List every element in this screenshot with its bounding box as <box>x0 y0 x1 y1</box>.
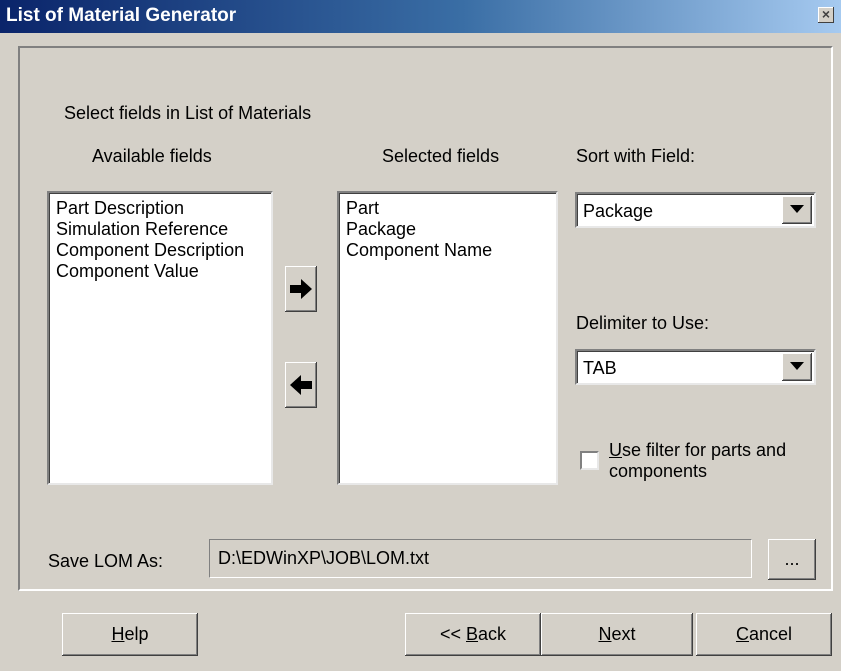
save-path-field[interactable]: D:\EDWinXP\JOB\LOM.txt <box>209 539 752 578</box>
available-fields-heading: Available fields <box>92 146 212 166</box>
title-bar: List of Material Generator × <box>0 0 841 33</box>
close-icon[interactable]: × <box>818 7 834 23</box>
selected-fields-list[interactable]: Part Package Component Name <box>337 191 558 485</box>
dropdown-arrow-icon <box>790 362 804 370</box>
sort-field-dropdown[interactable]: Package <box>575 192 816 228</box>
use-filter-label[interactable]: Use filter for parts and components <box>609 440 786 482</box>
use-filter-checkbox[interactable] <box>580 451 599 470</box>
sort-field-dropdown-button[interactable] <box>782 196 812 224</box>
dropdown-arrow-icon <box>790 205 804 213</box>
list-item[interactable]: Component Name <box>346 240 556 261</box>
right-arrow-icon <box>290 279 312 299</box>
add-field-button[interactable] <box>285 266 317 312</box>
list-item[interactable]: Part <box>346 198 556 219</box>
selected-fields-heading: Selected fields <box>382 146 500 166</box>
list-item[interactable]: Component Value <box>56 261 271 282</box>
delimiter-dropdown[interactable]: TAB <box>575 349 816 385</box>
window-title: List of Material Generator <box>6 5 237 26</box>
list-item[interactable]: Part Description <box>56 198 271 219</box>
list-item[interactable]: Package <box>346 219 556 240</box>
sort-field-value: Package <box>583 201 654 221</box>
cancel-button[interactable]: Cancel <box>696 613 832 656</box>
available-fields-list[interactable]: Part Description Simulation Reference Comp… <box>47 191 273 485</box>
browse-button[interactable]: ... <box>768 539 816 580</box>
next-button[interactable]: Next <box>541 613 693 656</box>
list-item[interactable]: Component Description <box>56 240 271 261</box>
list-item[interactable]: Simulation Reference <box>56 219 271 240</box>
left-arrow-icon <box>290 375 312 395</box>
select-fields-label: Select fields in List of Materials <box>64 103 312 123</box>
delimiter-label: Delimiter to Use: <box>576 313 710 333</box>
save-lom-as-label: Save LOM As: <box>48 551 164 571</box>
help-button[interactable]: Help <box>62 613 198 656</box>
delimiter-value: TAB <box>583 358 617 378</box>
back-button[interactable]: << Back <box>405 613 541 656</box>
remove-field-button[interactable] <box>285 362 317 408</box>
sort-with-field-label: Sort with Field: <box>576 146 696 166</box>
delimiter-dropdown-button[interactable] <box>782 353 812 381</box>
